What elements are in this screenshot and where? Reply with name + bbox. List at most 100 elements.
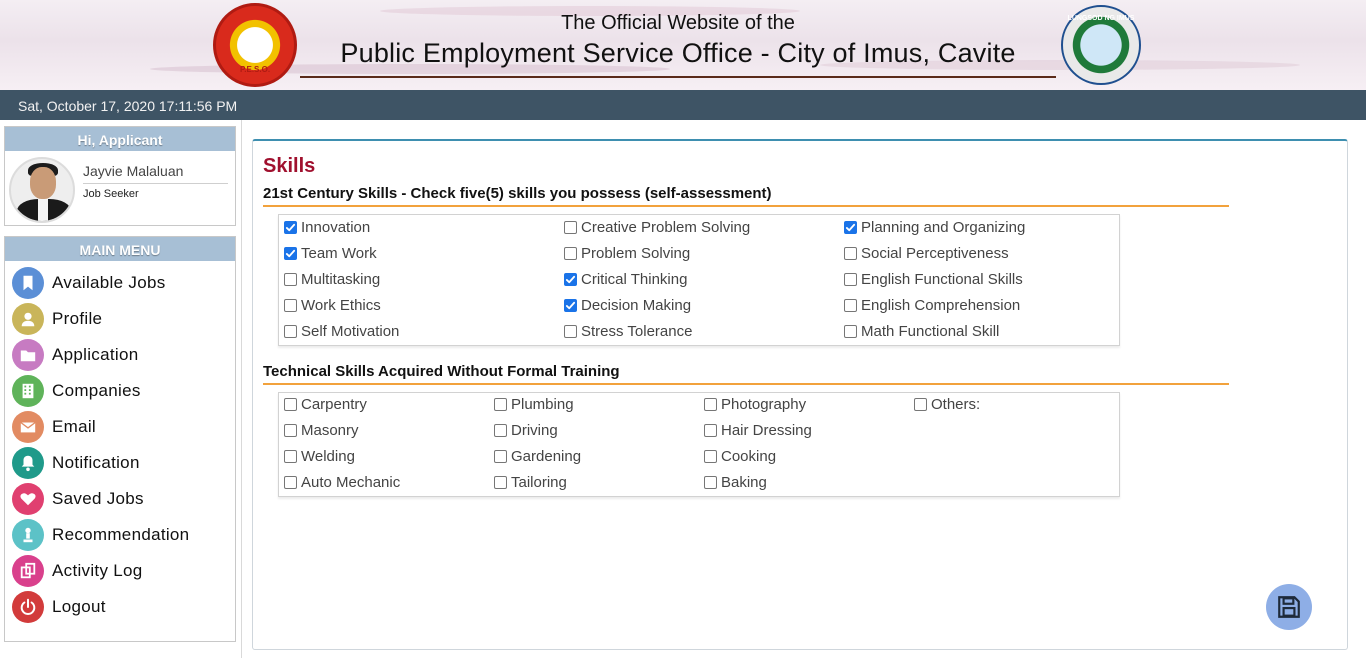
menu-item-activity-log[interactable]: Activity Log: [5, 553, 235, 589]
checkbox-unchecked[interactable]: [844, 299, 857, 312]
menu-item-application[interactable]: Application: [5, 337, 235, 373]
skill-checkbox[interactable]: Self Motivation: [284, 323, 399, 340]
avatar[interactable]: [9, 157, 75, 223]
menu-label: Available Jobs: [52, 273, 166, 292]
checkbox-unchecked[interactable]: [284, 273, 297, 286]
checkbox-unchecked[interactable]: [284, 476, 297, 489]
main-menu-heading: MAIN MENU: [5, 237, 235, 261]
skill-checkbox[interactable]: English Comprehension: [844, 297, 1020, 314]
checkbox-checked[interactable]: [564, 273, 577, 286]
main-menu-panel: MAIN MENU Available Jobs Profile Applica…: [4, 236, 236, 642]
checkbox-unchecked[interactable]: [564, 325, 577, 338]
envelope-icon: [12, 411, 44, 443]
checkbox-checked[interactable]: [844, 221, 857, 234]
skill-checkbox[interactable]: Plumbing: [494, 396, 574, 413]
save-button[interactable]: [1266, 584, 1312, 630]
menu-item-available-jobs[interactable]: Available Jobs: [5, 265, 235, 301]
skill-checkbox[interactable]: Stress Tolerance: [564, 323, 692, 340]
century-skills-box: Innovation Team Work Multitasking Work Ethi…: [278, 214, 1120, 346]
menu-item-email[interactable]: Email: [5, 409, 235, 445]
skill-checkbox[interactable]: Social Perceptiveness: [844, 245, 1009, 262]
skill-checkbox[interactable]: Work Ethics: [284, 297, 381, 314]
skill-checkbox[interactable]: Welding: [284, 448, 355, 465]
skill-label: Gardening: [511, 448, 582, 465]
checkbox-unchecked[interactable]: [844, 247, 857, 260]
imus-seal-logo: LUNGSOD NG IMUS: [1061, 5, 1141, 85]
skill-label: Problem Solving: [581, 245, 691, 262]
menu-item-saved-jobs[interactable]: Saved Jobs: [5, 481, 235, 517]
skill-checkbox[interactable]: Decision Making: [564, 297, 691, 314]
skill-label: Decision Making: [581, 297, 692, 314]
menu-item-companies[interactable]: Companies: [5, 373, 235, 409]
checkbox-unchecked[interactable]: [494, 424, 507, 437]
checkbox-checked[interactable]: [284, 247, 297, 260]
skill-checkbox[interactable]: Masonry: [284, 422, 359, 439]
checkbox-checked[interactable]: [564, 299, 577, 312]
checkbox-unchecked[interactable]: [914, 398, 927, 411]
title-underline: [300, 76, 1056, 78]
skill-checkbox[interactable]: Driving: [494, 422, 558, 439]
skill-checkbox[interactable]: Math Functional Skill: [844, 323, 999, 340]
menu-item-notification[interactable]: Notification: [5, 445, 235, 481]
checkbox-unchecked[interactable]: [704, 398, 717, 411]
menu-item-profile[interactable]: Profile: [5, 301, 235, 337]
skill-label: Self Motivation: [301, 323, 400, 340]
checkbox-checked[interactable]: [284, 221, 297, 234]
skill-label: Stress Tolerance: [581, 323, 693, 340]
menu-item-recommendation[interactable]: Recommendation: [5, 517, 235, 553]
heart-icon: [12, 483, 44, 515]
checkbox-unchecked[interactable]: [704, 424, 717, 437]
bookmark-icon: [12, 267, 44, 299]
peso-logo-text: P.E.S.O.: [239, 65, 271, 74]
checkbox-unchecked[interactable]: [704, 476, 717, 489]
skill-checkbox[interactable]: Tailoring: [494, 474, 567, 491]
menu-label: Saved Jobs: [52, 489, 144, 508]
skill-checkbox[interactable]: Problem Solving: [564, 245, 690, 262]
checkbox-unchecked[interactable]: [494, 476, 507, 489]
skill-label: Creative Problem Solving: [581, 219, 751, 236]
skill-label: Baking: [721, 474, 767, 491]
century-skills-heading: 21st Century Skills - Check five(5) skil…: [263, 185, 1229, 207]
skill-checkbox[interactable]: Others:: [914, 396, 980, 413]
checkbox-unchecked[interactable]: [844, 273, 857, 286]
skill-label: Work Ethics: [301, 297, 381, 314]
checkbox-unchecked[interactable]: [704, 450, 717, 463]
skill-checkbox[interactable]: Auto Mechanic: [284, 474, 400, 491]
checkbox-unchecked[interactable]: [844, 325, 857, 338]
checkbox-unchecked[interactable]: [284, 299, 297, 312]
skill-label: Welding: [301, 448, 355, 465]
skill-label: Team Work: [301, 245, 377, 262]
skill-checkbox[interactable]: Innovation: [284, 219, 370, 236]
skill-label: Hair Dressing: [721, 422, 812, 439]
skill-label: Tailoring: [511, 474, 567, 491]
menu-label: Email: [52, 417, 97, 436]
skill-checkbox[interactable]: Planning and Organizing: [844, 219, 1025, 236]
checkbox-unchecked[interactable]: [284, 424, 297, 437]
skill-checkbox[interactable]: Baking: [704, 474, 767, 491]
checkbox-unchecked[interactable]: [284, 325, 297, 338]
menu-label: Profile: [52, 309, 103, 328]
checkbox-unchecked[interactable]: [494, 450, 507, 463]
skill-checkbox[interactable]: Multitasking: [284, 271, 380, 288]
skill-checkbox[interactable]: English Functional Skills: [844, 271, 1023, 288]
checkbox-unchecked[interactable]: [284, 398, 297, 411]
skill-checkbox[interactable]: Creative Problem Solving: [564, 219, 750, 236]
skill-checkbox[interactable]: Cooking: [704, 448, 776, 465]
skill-label: Critical Thinking: [581, 271, 688, 288]
skill-checkbox[interactable]: Photography: [704, 396, 806, 413]
skill-checkbox[interactable]: Gardening: [494, 448, 581, 465]
checkbox-unchecked[interactable]: [564, 221, 577, 234]
user-panel-heading: Hi, Applicant: [5, 127, 235, 151]
skill-label: Cooking: [721, 448, 777, 465]
skill-label: Multitasking: [301, 271, 381, 288]
checkbox-unchecked[interactable]: [564, 247, 577, 260]
skill-checkbox[interactable]: Critical Thinking: [564, 271, 687, 288]
skill-checkbox[interactable]: Carpentry: [284, 396, 367, 413]
menu-label: Application: [52, 345, 139, 364]
skill-checkbox[interactable]: Hair Dressing: [704, 422, 812, 439]
checkbox-unchecked[interactable]: [494, 398, 507, 411]
checkbox-unchecked[interactable]: [284, 450, 297, 463]
menu-item-logout[interactable]: Logout: [5, 589, 235, 625]
folder-icon: [12, 339, 44, 371]
skill-checkbox[interactable]: Team Work: [284, 245, 377, 262]
